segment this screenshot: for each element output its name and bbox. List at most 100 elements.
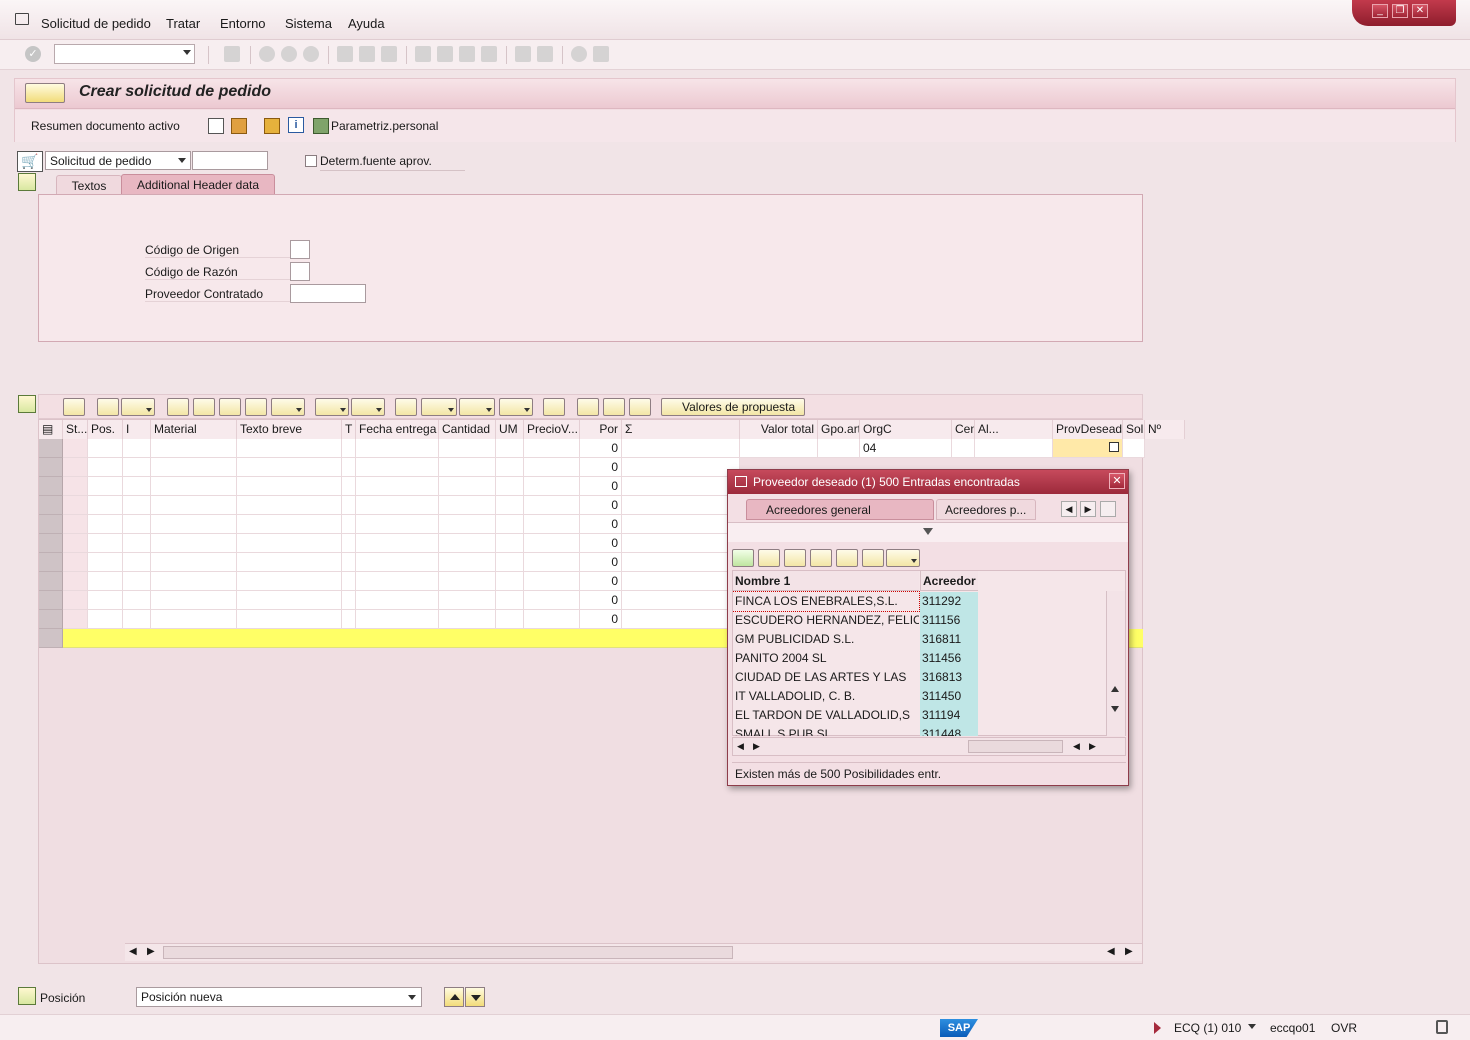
view-icon[interactable]	[421, 398, 457, 416]
grid-cell[interactable]	[63, 496, 88, 515]
grid-cell[interactable]	[975, 439, 1053, 458]
col-header-12[interactable]: Valor total	[740, 420, 818, 439]
layout-icon[interactable]	[499, 398, 533, 416]
popup-search-icon[interactable]	[784, 549, 806, 567]
filter-toggle-icon[interactable]	[923, 528, 933, 535]
grid-cell[interactable]	[622, 477, 740, 496]
tab-textos[interactable]: Textos	[56, 175, 122, 196]
grid-cell[interactable]	[524, 477, 580, 496]
header-expand-icon[interactable]	[18, 173, 36, 191]
grid-cell[interactable]	[524, 496, 580, 515]
list-item[interactable]: CIUDAD DE LAS ARTES Y LAS 316813	[733, 668, 1105, 687]
scroll-down-icon[interactable]	[1111, 706, 1119, 712]
grid-cell[interactable]	[356, 553, 439, 572]
col-header-10[interactable]: Por	[580, 420, 622, 439]
popup-close-button[interactable]: ✕	[1109, 473, 1125, 489]
row-selector[interactable]	[39, 591, 63, 610]
grid-cell[interactable]	[439, 591, 496, 610]
grid-cell[interactable]	[237, 572, 342, 591]
restore-button[interactable]: ❐	[1392, 4, 1408, 18]
grid-cell[interactable]	[342, 515, 356, 534]
grid-cell[interactable]: 0	[580, 439, 622, 458]
parametriz-button[interactable]: Parametriz.personal	[331, 119, 438, 133]
save-icon[interactable]	[224, 46, 240, 62]
grid-cell[interactable]	[63, 458, 88, 477]
doctype-select[interactable]: Solicitud de pedido	[45, 151, 191, 170]
grid-horizontal-scrollbar[interactable]: ◀ ▶ ◀ ▶	[125, 943, 1142, 961]
accept-icon[interactable]	[732, 549, 754, 567]
grid-cell[interactable]	[123, 477, 151, 496]
status-triangle-icon[interactable]	[1154, 1022, 1161, 1034]
scroll-right-end-icon[interactable]: ▶	[1125, 946, 1133, 957]
cancel-icon[interactable]	[303, 46, 319, 62]
grid-cell[interactable]	[151, 610, 237, 629]
grid-cell[interactable]	[439, 496, 496, 515]
grid-cell[interactable]	[88, 439, 123, 458]
print-grid-icon[interactable]	[395, 398, 417, 416]
grid-cell[interactable]	[63, 477, 88, 496]
vendor-name[interactable]: EL TARDON DE VALLADOLID,S	[733, 706, 919, 725]
popup-menu-icon[interactable]	[735, 476, 747, 487]
grid-cell[interactable]	[439, 477, 496, 496]
doc-icon[interactable]	[577, 398, 599, 416]
grid-cell[interactable]	[63, 610, 88, 629]
copy-icon[interactable]	[97, 398, 119, 416]
grid-cell[interactable]	[151, 572, 237, 591]
grid-cell[interactable]	[237, 534, 342, 553]
grid-cell[interactable]	[496, 572, 524, 591]
vendor-number[interactable]: 311448	[920, 725, 978, 736]
col-header-2[interactable]: I	[123, 420, 151, 439]
print-icon[interactable]	[337, 46, 353, 62]
vendor-name[interactable]: GM PUBLICIDAD S.L.	[733, 630, 919, 649]
grid-cell[interactable]	[237, 515, 342, 534]
vendor-number[interactable]: 316813	[920, 668, 978, 687]
grid-cell[interactable]	[237, 458, 342, 477]
list-item[interactable]: FINCA LOS ENEBRALES,S.L. 311292	[733, 591, 1105, 612]
popup-tab-p[interactable]: Acreedores p...	[936, 499, 1036, 520]
grid-cell[interactable]	[439, 553, 496, 572]
transaction-menu-icon[interactable]	[25, 83, 65, 103]
grid-cell[interactable]	[356, 458, 439, 477]
grid-cell[interactable]	[123, 439, 151, 458]
grid-cell[interactable]	[496, 477, 524, 496]
h-scroll-thumb[interactable]	[968, 740, 1063, 753]
row-selector[interactable]	[39, 458, 63, 477]
grid-cell[interactable]	[123, 572, 151, 591]
grid-cell[interactable]	[496, 553, 524, 572]
col-header-9[interactable]: PrecioV...	[524, 420, 580, 439]
row-selector[interactable]	[39, 629, 63, 648]
col-header-15[interactable]: Centro	[952, 420, 975, 439]
next-page-icon[interactable]	[459, 46, 475, 62]
sort-desc-icon[interactable]	[193, 398, 215, 416]
items-expand-icon[interactable]	[18, 395, 36, 413]
row-selector[interactable]	[39, 553, 63, 572]
col-header-19[interactable]: Nº	[1145, 420, 1185, 439]
grid-cell[interactable]	[356, 572, 439, 591]
grid-cell[interactable]	[342, 610, 356, 629]
cancel-selection-icon[interactable]	[758, 549, 780, 567]
vendor-number[interactable]: 311292	[920, 592, 978, 611]
grid-cell[interactable]	[524, 591, 580, 610]
grid-cell[interactable]	[342, 553, 356, 572]
personal-settings-icon[interactable]	[313, 118, 329, 134]
grid-cell[interactable]	[622, 572, 740, 591]
last-page-icon[interactable]	[481, 46, 497, 62]
grid-cell[interactable]: 04	[860, 439, 952, 458]
grid-cell[interactable]	[524, 534, 580, 553]
other-document-icon[interactable]	[231, 118, 247, 134]
grid-cell[interactable]: 0	[580, 572, 622, 591]
grid-cell[interactable]	[356, 610, 439, 629]
grid-cell[interactable]: 0	[580, 534, 622, 553]
exit-icon[interactable]	[281, 46, 297, 62]
scroll-right-icon[interactable]: ▶	[147, 946, 155, 957]
grid-cell[interactable]	[151, 496, 237, 515]
sort-asc-icon[interactable]	[167, 398, 189, 416]
list-item[interactable]: IT VALLADOLID, C. B. 311450	[733, 687, 1105, 706]
row-selector[interactable]	[39, 515, 63, 534]
row-selector[interactable]	[39, 496, 63, 515]
grid-cell[interactable]	[63, 534, 88, 553]
info-icon[interactable]: i	[288, 117, 304, 133]
grid-cell[interactable]: 0	[580, 610, 622, 629]
position-icon[interactable]	[18, 987, 36, 1005]
grid-cell[interactable]	[88, 515, 123, 534]
